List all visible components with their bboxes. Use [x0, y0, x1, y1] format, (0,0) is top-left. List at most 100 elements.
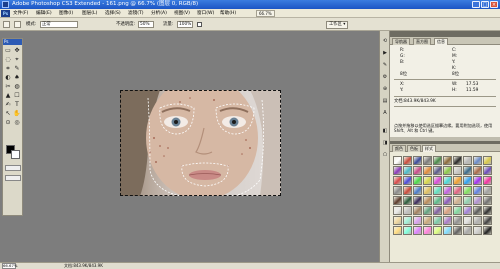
style-swatch[interactable] [423, 196, 432, 205]
flow-input[interactable]: 100% [177, 21, 193, 28]
style-swatch[interactable] [453, 186, 462, 195]
style-swatch[interactable] [413, 186, 422, 195]
style-swatch[interactable] [483, 186, 492, 195]
pen-tool-icon[interactable]: ✍ [4, 101, 12, 109]
style-swatch[interactable] [473, 216, 482, 225]
zoom-tool-icon[interactable]: ◎ [13, 119, 21, 127]
style-swatch[interactable] [473, 186, 482, 195]
style-swatch[interactable] [403, 206, 412, 215]
style-swatch[interactable] [483, 176, 492, 185]
menu-edit[interactable]: 编辑(E) [36, 10, 52, 17]
clone-stamp-icon[interactable]: ✂ [4, 83, 12, 91]
tab-info[interactable]: 信息 [434, 38, 448, 45]
marquee-tool-icon[interactable]: ▭ [4, 47, 12, 55]
style-swatch[interactable] [433, 226, 442, 235]
style-swatch[interactable] [393, 206, 402, 215]
tab-histogram[interactable]: 直方图 [413, 38, 431, 45]
style-swatch[interactable] [443, 186, 452, 195]
mode-select[interactable]: 正常 [40, 21, 78, 28]
crop-tool-icon[interactable]: ⌗ [4, 65, 12, 73]
character-panel-icon[interactable]: A [381, 109, 389, 117]
style-swatch[interactable] [463, 176, 472, 185]
style-swatch[interactable] [473, 156, 482, 165]
style-swatch[interactable] [453, 226, 462, 235]
style-swatch[interactable] [393, 176, 402, 185]
style-swatch[interactable] [473, 206, 482, 215]
style-swatch[interactable] [413, 216, 422, 225]
lasso-tool-icon[interactable]: ◌ [4, 56, 12, 64]
style-swatch[interactable] [423, 206, 432, 215]
gradient-tool-icon[interactable]: ☐ [13, 92, 21, 100]
menu-window[interactable]: 窗口(W) [197, 10, 214, 17]
style-swatch[interactable] [483, 216, 492, 225]
eraser-tool-icon[interactable]: ▲ [4, 92, 12, 100]
menu-file[interactable]: 文件(F) [13, 10, 28, 17]
type-tool-icon[interactable]: T [13, 101, 21, 109]
history-brush-icon[interactable]: ◍ [13, 83, 21, 91]
paths-panel-icon[interactable]: ⬠ [381, 151, 389, 159]
path-select-icon[interactable]: ↖ [4, 110, 12, 118]
style-swatch[interactable] [403, 216, 412, 225]
brush-tool-icon[interactable]: ♠ [13, 74, 21, 82]
style-swatch[interactable] [453, 216, 462, 225]
style-swatch[interactable] [393, 196, 402, 205]
style-swatch[interactable] [393, 226, 402, 235]
style-swatch[interactable] [443, 166, 452, 175]
menu-select[interactable]: 选择(S) [105, 10, 121, 17]
style-swatch[interactable] [463, 156, 472, 165]
eyedropper-icon[interactable]: ⊙ [4, 119, 12, 127]
airbrush-toggle[interactable] [197, 22, 202, 27]
style-swatch[interactable] [443, 216, 452, 225]
style-swatch[interactable] [463, 186, 472, 195]
style-swatch[interactable] [433, 206, 442, 215]
background-color-swatch[interactable] [11, 150, 20, 159]
slice-tool-icon[interactable]: ✎ [13, 65, 21, 73]
layer-comps-icon[interactable]: ▤ [381, 97, 389, 105]
style-swatch[interactable] [413, 166, 422, 175]
tool-presets-icon[interactable]: ⚙ [381, 73, 389, 81]
style-swatch[interactable] [403, 156, 412, 165]
style-swatch[interactable] [463, 166, 472, 175]
style-swatch[interactable] [433, 196, 442, 205]
menu-layer[interactable]: 图层(L) [82, 10, 97, 17]
tab-swatches[interactable]: 色板 [407, 145, 421, 152]
zoom-level-field[interactable]: 66.7% [256, 10, 275, 17]
opacity-input[interactable]: 50% [138, 21, 154, 28]
style-swatch[interactable] [413, 226, 422, 235]
style-swatch[interactable] [473, 176, 482, 185]
style-swatch[interactable] [403, 196, 412, 205]
style-swatch[interactable] [433, 216, 442, 225]
screen-mode-icon[interactable] [5, 175, 21, 181]
style-swatch[interactable] [423, 226, 432, 235]
style-swatch[interactable] [403, 166, 412, 175]
history-panel-icon[interactable]: ⟲ [381, 37, 389, 45]
style-swatch[interactable] [393, 186, 402, 195]
style-swatch[interactable] [483, 156, 492, 165]
style-swatch[interactable] [473, 166, 482, 175]
style-swatch[interactable] [403, 176, 412, 185]
close-button[interactable]: × [490, 1, 498, 8]
quick-mask-icon[interactable] [5, 165, 21, 171]
menu-analysis[interactable]: 分析(A) [151, 10, 167, 17]
actions-panel-icon[interactable]: ▶ [381, 49, 389, 57]
healing-tool-icon[interactable]: ◐ [4, 74, 12, 82]
style-swatch[interactable] [423, 216, 432, 225]
style-swatch[interactable] [483, 206, 492, 215]
style-swatch[interactable] [443, 156, 452, 165]
style-swatch[interactable] [443, 196, 452, 205]
brush-picker-icon[interactable] [14, 21, 21, 28]
menu-view[interactable]: 视图(V) [174, 10, 190, 17]
style-swatch[interactable] [463, 206, 472, 215]
move-tool-icon[interactable]: ✥ [13, 47, 21, 55]
style-swatch[interactable] [413, 206, 422, 215]
style-swatch[interactable] [463, 226, 472, 235]
style-swatch[interactable] [403, 226, 412, 235]
menu-image[interactable]: 图像(I) [59, 10, 73, 17]
style-swatch[interactable] [483, 166, 492, 175]
style-swatch[interactable] [453, 176, 462, 185]
style-swatch[interactable] [443, 226, 452, 235]
style-swatch[interactable] [453, 166, 462, 175]
workspace-button[interactable]: 工作区 ▾ [326, 21, 349, 29]
hand-tool-icon[interactable]: ✋ [13, 110, 21, 118]
channels-panel-icon[interactable]: ◨ [381, 139, 389, 147]
